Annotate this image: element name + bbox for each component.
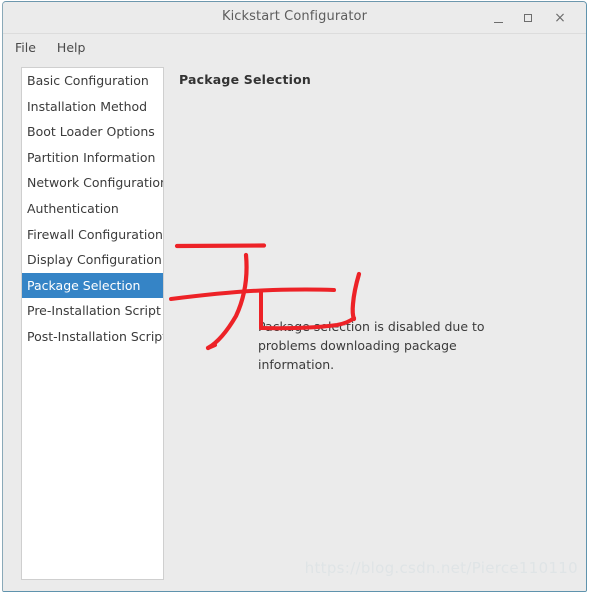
sidebar-item-firewall-configuration[interactable]: Firewall Configuration [22,222,163,248]
sidebar-item-display-configuration[interactable]: Display Configuration [22,247,163,273]
sidebar-item-network-configuration[interactable]: Network Configuration [22,170,163,196]
menu-bar: File Help [3,34,586,61]
menu-item-help[interactable]: Help [56,38,87,57]
disabled-message-line-2: problems downloading package information… [258,338,457,372]
close-button[interactable]: × [550,8,570,28]
sidebar-item-partition-information[interactable]: Partition Information [22,145,163,171]
sidebar-item-installation-method[interactable]: Installation Method [22,94,163,120]
main-panel: Package Selection Package selection is d… [179,61,586,591]
sidebar-item-authentication[interactable]: Authentication [22,196,163,222]
minimize-button[interactable] [488,8,508,28]
maximize-button[interactable] [518,8,538,28]
maximize-icon [524,14,532,22]
sidebar-item-package-selection[interactable]: Package Selection [22,272,163,299]
menu-item-file[interactable]: File [14,38,37,57]
title-bar: Kickstart Configurator × [3,2,586,34]
disabled-message-line-1: Package selection is disabled due to [258,319,485,334]
sidebar-item-basic-configuration[interactable]: Basic Configuration [22,68,163,94]
application-window: Kickstart Configurator × File Help Basic… [2,1,587,592]
sidebar-item-boot-loader-options[interactable]: Boot Loader Options [22,119,163,145]
watermark: https://blog.csdn.net/Pierce110110 [304,559,578,577]
category-list[interactable]: Basic Configuration Installation Method … [21,67,164,580]
sidebar-item-post-installation-script[interactable]: Post-Installation Script [22,324,163,350]
sidebar-item-pre-installation-script[interactable]: Pre-Installation Script [22,298,163,324]
page-title: Package Selection [179,72,311,87]
content-area: Basic Configuration Installation Method … [3,61,586,591]
disabled-message: Package selection is disabled due to pro… [258,317,508,374]
minimize-icon [493,22,503,23]
